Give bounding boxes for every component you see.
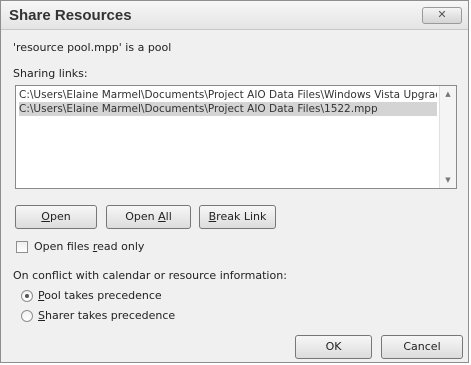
conflict-label: On conflict with calendar or resource in… [13,269,287,282]
sharer-precedence-label[interactable]: Sharer takes precedence [38,309,175,322]
read-only-label[interactable]: Open files read only [34,240,144,253]
sharer-precedence-accel: S [38,309,45,322]
list-item[interactable]: C:\Users\Elaine Marmel\Documents\Project… [19,102,437,116]
pool-precedence-label[interactable]: Pool takes precedence [38,289,162,302]
open-button-accel: O [41,210,50,223]
break-link-button-label: reak Link [216,210,267,223]
close-icon: ✕ [437,8,447,21]
sharing-links-label: Sharing links: [13,67,88,80]
pool-precedence-text: ool takes precedence [44,289,162,302]
open-all-button[interactable]: Open All [106,205,191,229]
read-only-label-end: ead only [97,240,145,253]
sharer-precedence-radio[interactable] [21,310,33,322]
read-only-checkbox[interactable] [16,241,28,253]
vertical-scrollbar[interactable]: ▲ ▼ [439,86,456,188]
open-all-button-accel: A [158,210,166,223]
open-all-button-label-start: Open [125,210,159,223]
open-button-label: pen [49,210,71,223]
open-all-button-label-end: ll [165,210,172,223]
sharing-links-list[interactable]: C:\Users\Elaine Marmel\Documents\Project… [15,85,457,189]
title-bar: Share Resources ✕ [1,1,468,30]
break-link-button[interactable]: Break Link [199,205,276,229]
scroll-up-icon[interactable]: ▲ [440,86,456,102]
read-only-label-start: Open files [34,240,93,253]
scroll-down-icon[interactable]: ▼ [440,172,456,188]
ok-button[interactable]: OK [295,335,372,359]
pool-precedence-radio[interactable] [21,290,33,302]
share-resources-dialog: Share Resources ✕ 'resource pool.mpp' is… [0,0,469,363]
list-item[interactable]: C:\Users\Elaine Marmel\Documents\Project… [19,88,437,102]
open-button[interactable]: Open [15,205,97,229]
dialog-title: Share Resources [9,7,132,24]
pool-info-text: 'resource pool.mpp' is a pool [13,41,172,54]
close-button[interactable]: ✕ [422,7,462,24]
sharer-precedence-text: harer takes precedence [44,309,176,322]
cancel-button[interactable]: Cancel [381,335,463,359]
